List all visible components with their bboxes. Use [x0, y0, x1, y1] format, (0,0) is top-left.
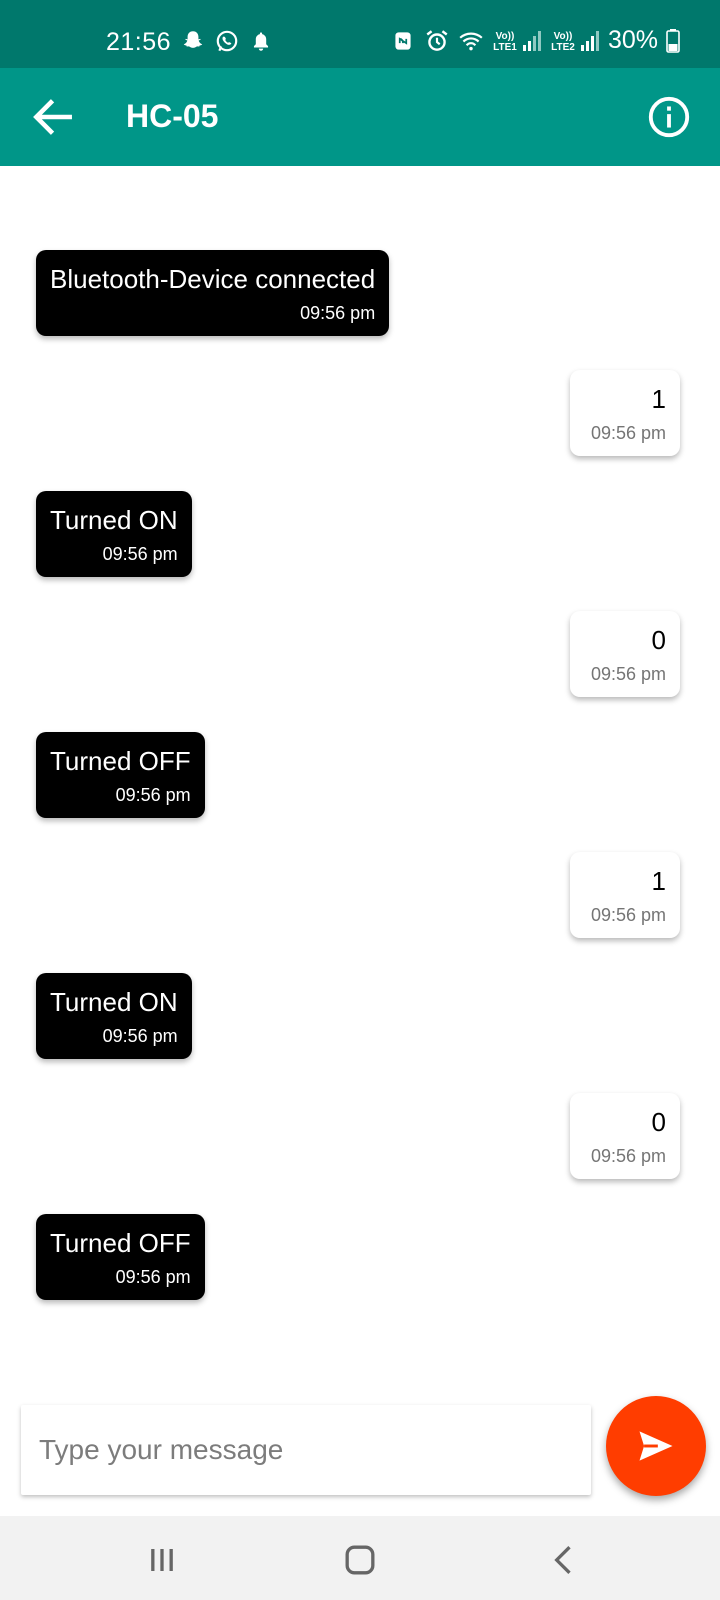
whatsapp-icon	[216, 30, 238, 52]
message-text: Turned OFF	[50, 1228, 191, 1258]
home-button[interactable]	[338, 1538, 382, 1582]
message-text: Turned ON	[50, 505, 178, 535]
wifi-icon	[459, 32, 483, 50]
nfc-icon	[395, 31, 411, 50]
bell-icon	[253, 32, 269, 51]
arrow-left-icon	[33, 99, 72, 135]
message-time: 09:56 pm	[102, 544, 178, 564]
message-time: 09:56 pm	[590, 664, 666, 684]
message-time: 09:56 pm	[590, 423, 666, 443]
message-bubble-sent: 1 09:56 pm	[570, 370, 680, 456]
back-button[interactable]	[28, 92, 78, 142]
signal-lte2-icon: Vo)) LTE2	[550, 29, 600, 53]
signal-lte1-icon: Vo)) LTE1	[492, 29, 542, 53]
status-time: 21:56	[106, 28, 172, 56]
message-time: 09:56 pm	[590, 905, 666, 925]
message-bubble-received: Turned OFF 09:56 pm	[36, 732, 205, 818]
message-input[interactable]	[39, 1434, 573, 1466]
message-bubble-received: Turned ON 09:56 pm	[36, 491, 192, 577]
battery-percent: 30%	[607, 26, 658, 54]
send-button[interactable]	[606, 1396, 706, 1496]
message-time: 09:56 pm	[300, 303, 376, 323]
message-time: 09:56 pm	[102, 1026, 178, 1046]
home-icon	[345, 1545, 375, 1575]
message-text: 0	[651, 625, 666, 655]
message-bubble-received: Bluetooth-Device connected 09:56 pm	[36, 250, 390, 336]
recents-icon	[151, 1549, 173, 1571]
info-icon	[648, 96, 690, 138]
message-text: 1	[651, 866, 666, 896]
message-bubble-sent: 0 09:56 pm	[570, 1093, 680, 1179]
info-button[interactable]	[646, 94, 692, 140]
message-list[interactable]: Bluetooth-Device connected 09:56 pm 1 09…	[0, 166, 720, 1366]
system-nav-bar	[0, 1516, 720, 1600]
message-text: Turned OFF	[50, 746, 191, 776]
message-bubble-received: Turned OFF 09:56 pm	[36, 1214, 205, 1300]
message-input-container	[21, 1405, 591, 1495]
alarm-icon	[426, 29, 448, 51]
message-text: 1	[651, 384, 666, 414]
recents-button[interactable]	[140, 1538, 184, 1582]
message-text: Turned ON	[50, 987, 178, 1017]
message-text: Bluetooth-Device connected	[50, 264, 376, 294]
message-time: 09:56 pm	[115, 785, 191, 805]
battery-icon	[666, 28, 680, 53]
nav-back-button[interactable]	[542, 1538, 586, 1582]
page-title: HC-05	[126, 98, 219, 134]
snapchat-icon	[183, 31, 203, 48]
status-bar: 21:56 Vo)) LTE1 Vo)) LTE2 30%	[0, 0, 720, 68]
message-bubble-sent: 0 09:56 pm	[570, 611, 680, 697]
message-bubble-received: Turned ON 09:56 pm	[36, 973, 192, 1059]
chevron-left-icon	[554, 1545, 571, 1575]
message-text: 0	[651, 1107, 666, 1137]
message-time: 09:56 pm	[590, 1146, 666, 1166]
app-bar: HC-05	[0, 68, 720, 166]
send-icon	[639, 1431, 673, 1461]
message-bubble-sent: 1 09:56 pm	[570, 852, 680, 938]
message-time: 09:56 pm	[115, 1267, 191, 1287]
